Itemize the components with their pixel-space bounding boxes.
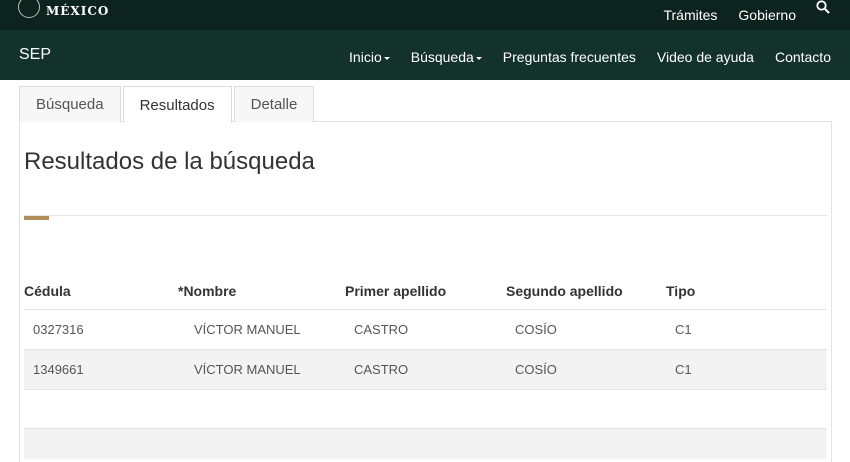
cell-cedula: 0327316 <box>33 322 84 337</box>
chevron-down-icon <box>475 56 482 60</box>
table-footer <box>24 428 827 459</box>
menu-item-video-de-ayuda[interactable]: Video de ayuda <box>657 49 754 65</box>
menu-item-inicio[interactable]: Inicio <box>349 49 390 65</box>
top-bar: MÉXICO Trámites Gobierno <box>0 0 850 30</box>
column-header-tipo[interactable]: Tipo <box>666 283 695 299</box>
tab-bar: Búsqueda Resultados Detalle <box>19 86 316 123</box>
main-menu: Inicio Búsqueda Preguntas frecuentes Vid… <box>328 49 831 65</box>
column-header-nombre[interactable]: *Nombre <box>178 283 236 299</box>
brand-sep[interactable]: SEP <box>19 46 51 64</box>
table-row[interactable]: 0327316 VÍCTOR MANUEL CASTRO COSÍO C1 <box>24 309 827 350</box>
column-header-segundo-apellido[interactable]: Segundo apellido <box>506 283 623 299</box>
cell-nombre: VÍCTOR MANUEL <box>194 322 301 337</box>
cell-nombre: VÍCTOR MANUEL <box>194 362 301 377</box>
table-spacer <box>24 389 827 428</box>
cell-tipo: C1 <box>675 362 692 377</box>
logo-text: MÉXICO <box>46 4 110 18</box>
top-nav: Trámites Gobierno <box>642 0 832 30</box>
page-title: Resultados de la búsqueda <box>24 148 315 175</box>
tab-detalle[interactable]: Detalle <box>233 86 315 122</box>
menu-item-label: Inicio <box>349 49 382 65</box>
cell-primer-apellido: CASTRO <box>354 362 409 377</box>
menu-item-busqueda[interactable]: Búsqueda <box>411 49 482 65</box>
main-nav-bar: SEP Inicio Búsqueda Preguntas frecuentes… <box>0 30 850 80</box>
cell-segundo-apellido: COSÍO <box>515 322 557 337</box>
column-header-cedula[interactable]: Cédula <box>24 283 71 299</box>
table-header: Cédula *Nombre Primer apellido Segundo a… <box>24 283 827 308</box>
table-row[interactable]: 1349661 VÍCTOR MANUEL CASTRO COSÍO C1 <box>24 349 827 390</box>
cell-segundo-apellido: COSÍO <box>515 362 557 377</box>
cell-cedula: 1349661 <box>33 362 84 377</box>
tab-resultados[interactable]: Resultados <box>122 86 232 123</box>
cell-primer-apellido: CASTRO <box>354 322 409 337</box>
menu-item-label: Búsqueda <box>410 49 474 65</box>
title-accent-bar <box>24 216 49 220</box>
chevron-down-icon <box>383 56 390 60</box>
gobierno-logo[interactable]: MÉXICO <box>18 0 109 18</box>
tab-busqueda[interactable]: Búsqueda <box>19 86 121 122</box>
link-tramites[interactable]: Trámites <box>663 7 717 23</box>
divider <box>24 215 827 216</box>
cell-tipo: C1 <box>675 322 692 337</box>
search-icon[interactable] <box>816 0 832 16</box>
link-gobierno[interactable]: Gobierno <box>738 7 796 23</box>
column-header-primer-apellido[interactable]: Primer apellido <box>345 283 446 299</box>
menu-item-preguntas-frecuentes[interactable]: Preguntas frecuentes <box>503 49 636 65</box>
menu-item-contacto[interactable]: Contacto <box>775 49 831 65</box>
national-seal-icon <box>18 0 40 18</box>
